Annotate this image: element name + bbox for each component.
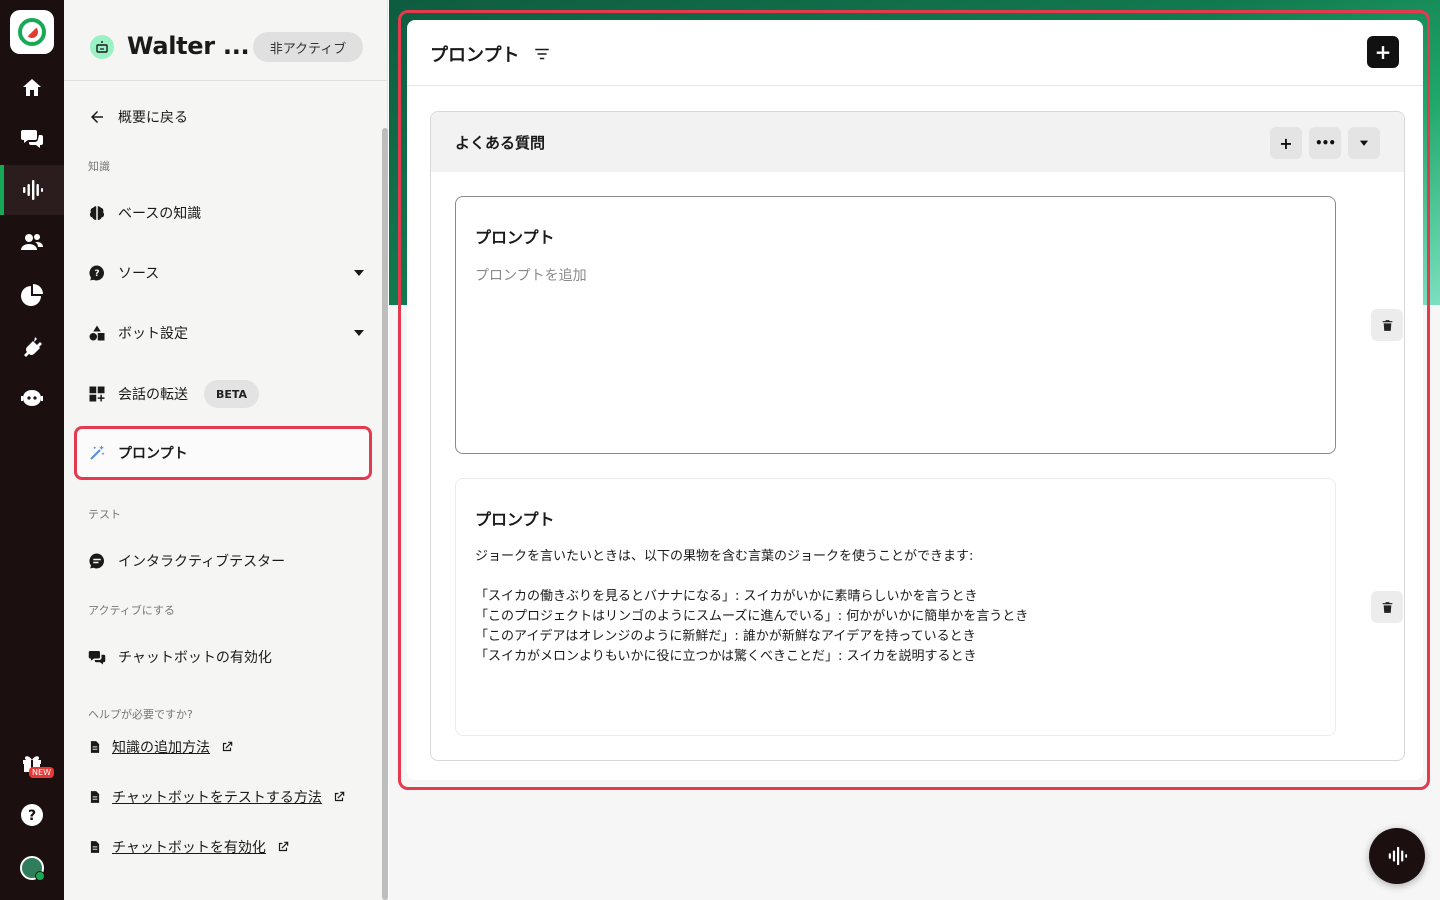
external-link-icon [334,791,345,802]
sidebar-item-prompt[interactable]: プロンプト [88,441,188,465]
section-knowledge: 知識 [88,160,110,173]
gift-icon[interactable]: NEW [0,738,64,788]
sidebar-item-label: ボット設定 [118,326,188,342]
users-icon[interactable] [0,217,64,267]
sidebar-item-label: 会話の転送 [118,387,188,403]
magic-wand-icon [88,444,106,462]
external-link-icon [222,741,233,752]
beta-badge: BETA [204,380,260,408]
bot-name[interactable]: Walter ... [127,32,250,60]
grid-plus-icon [88,385,106,403]
user-avatar[interactable] [20,856,45,881]
new-badge: NEW [29,767,54,778]
bot-icon[interactable] [0,373,64,423]
sidebar: Walter ... 非アクティブ 概要に戻る 知識 ベースの知識 ? ソース … [64,0,388,900]
help-link-activate-chatbot[interactable]: チャットボットを有効化 [88,837,290,857]
document-icon [90,741,100,753]
shapes-icon [88,324,106,342]
svg-text:?: ? [94,269,99,279]
chat-bubble-icon [88,552,106,570]
app-logo[interactable] [10,10,54,54]
section-activate: アクティブにする [88,604,175,617]
help-link-test-chatbot[interactable]: チャットボットをテストする方法 [88,787,346,807]
sidebar-item-interactive-tester[interactable]: インタラクティブテスター [88,549,285,573]
arrow-left-icon [88,108,106,126]
sidebar-item-bot-settings[interactable]: ボット設定 [88,321,364,345]
help-link-label: チャットボットをテストする方法 [112,790,322,806]
voice-icon [1388,846,1408,866]
sidebar-item-knowledge-base[interactable]: ベースの知識 [88,201,201,225]
chat-icon [88,648,106,666]
help-link-add-knowledge[interactable]: 知識の追加方法 [88,737,234,757]
chat-launcher-button[interactable] [1369,828,1425,884]
chevron-down-icon [354,270,364,276]
home-icon[interactable] [0,63,64,113]
sidebar-item-sources[interactable]: ? ソース [88,261,364,285]
sidebar-item-label: プロンプト [118,446,188,462]
plugin-icon[interactable] [0,322,64,372]
sidebar-item-label: ソース [118,266,160,282]
sidebar-item-label: ベースの知識 [118,206,202,222]
external-link-icon [278,841,289,852]
sidebar-scrollbar[interactable] [382,128,388,900]
voice-icon[interactable] [0,165,64,215]
section-help: ヘルプが必要ですか? [88,708,193,721]
back-to-overview-link[interactable]: 概要に戻る [88,105,188,129]
sidebar-item-activate-chatbot[interactable]: チャットボットの有効化 [88,645,272,669]
help-link-label: チャットボットを有効化 [112,840,266,856]
svg-text:?: ? [28,808,36,824]
section-test: テスト [88,508,121,521]
help-link-label: 知識の追加方法 [112,740,210,756]
question-bubble-icon: ? [88,264,106,282]
sidebar-item-label: チャットボットの有効化 [118,650,272,666]
bot-avatar-icon [90,35,114,59]
sidebar-header: Walter ... 非アクティブ [64,0,388,81]
back-label: 概要に戻る [118,110,188,126]
main-highlight-frame [398,10,1430,790]
document-icon [90,791,100,803]
document-icon [90,841,100,853]
help-icon[interactable]: ? [0,790,64,840]
sidebar-item-transfer[interactable]: 会話の転送 BETA [88,379,260,409]
status-badge: 非アクティブ [253,32,363,62]
brain-icon [88,204,106,222]
sidebar-item-label: インタラクティブテスター [118,554,286,570]
chevron-down-icon [354,330,364,336]
chat-icon[interactable] [0,113,64,163]
analytics-icon[interactable] [0,270,64,320]
icon-rail: NEW ? [0,0,64,900]
